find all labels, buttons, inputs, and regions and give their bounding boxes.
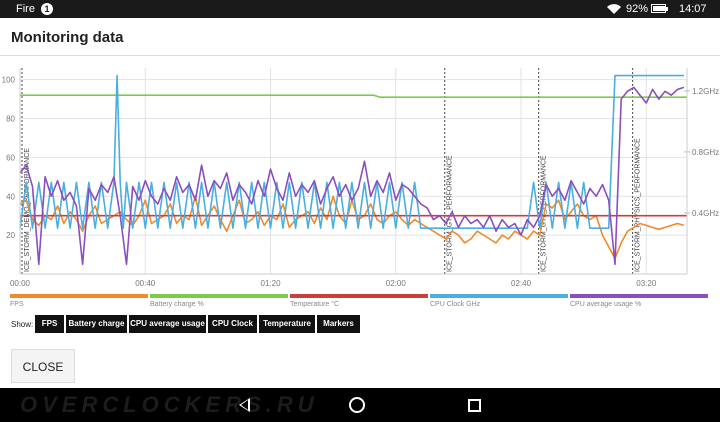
legend-battery-swatch — [150, 294, 288, 298]
legend-cpu-usage-label: CPU average usage % — [570, 301, 642, 308]
monitoring-dialog: Monitoring data ICE_STORM_DEMO_PERFORMAN… — [0, 18, 720, 388]
y-left-tick-label: 60 — [6, 153, 15, 162]
recent-apps-icon[interactable] — [468, 399, 481, 412]
y-left-tick-label: 80 — [6, 115, 15, 124]
series-line — [20, 94, 687, 99]
battery-icon — [651, 4, 668, 13]
toggle-markers[interactable]: Markers — [317, 315, 360, 333]
x-tick-label: 02:40 — [511, 279, 532, 288]
legend-temperature-swatch — [290, 294, 428, 298]
legend-cpu-usage-swatch — [570, 294, 708, 298]
toggle-fps[interactable]: FPS — [35, 315, 64, 333]
carrier-label: Fire — [16, 3, 35, 15]
notification-badge: 1 — [41, 3, 53, 15]
status-clock: 14:07 — [679, 3, 707, 15]
y-left-tick-label: 100 — [2, 76, 16, 85]
chart-legend: FPS Battery charge % Temperature °C CPU … — [0, 294, 720, 314]
title-divider — [0, 55, 720, 56]
legend-fps-label: FPS — [10, 301, 24, 308]
legend-temperature-label: Temperature °C — [290, 301, 340, 308]
back-icon[interactable] — [239, 398, 250, 412]
series-line — [19, 195, 685, 260]
toggle-temperature[interactable]: Temperature — [259, 315, 315, 333]
chart-series — [19, 74, 687, 266]
y-right-tick-label: 1.2GHz — [692, 87, 719, 96]
toggle-cpu-average-usage[interactable]: CPU average usage — [129, 315, 206, 333]
x-tick-label: 00:00 — [10, 279, 31, 288]
x-tick-label: 01:20 — [261, 279, 282, 288]
home-icon[interactable] — [349, 397, 365, 413]
status-bar: Fire 1 92% 14:07 — [0, 0, 720, 18]
dialog-title: Monitoring data — [11, 29, 124, 46]
legend-cpu-clock-label: CPU Clock GHz — [430, 301, 481, 308]
legend-battery-label: Battery charge % — [150, 301, 204, 308]
marker-label: ICE_STORM_PHYSICS_PERFORMANCE — [635, 138, 642, 272]
x-tick-label: 00:40 — [135, 279, 156, 288]
watermark: OVERCLOCKERS.RU — [20, 392, 319, 417]
wifi-icon — [607, 4, 621, 14]
monitoring-chart: ICE_STORM_DEMO_PERFORMANCE ICE_STORM_GT1_… — [2, 68, 719, 288]
x-tick-label: 03:20 — [636, 279, 657, 288]
toggle-battery-charge[interactable]: Battery charge — [66, 315, 127, 333]
toggle-cpu-clock[interactable]: CPU Clock — [208, 315, 257, 333]
series-line — [19, 74, 684, 229]
y-right-tick-label: 0.8GHz — [692, 148, 719, 157]
battery-percent: 92% — [626, 3, 649, 15]
legend-fps-swatch — [10, 294, 148, 298]
x-tick-label: 02:00 — [386, 279, 407, 288]
show-label: Show: — [11, 320, 34, 329]
navigation-bar: OVERCLOCKERS.RU — [0, 388, 720, 422]
y-right-tick-label: 0.4GHz — [692, 209, 719, 218]
legend-cpu-clock-swatch — [430, 294, 568, 298]
y-left-tick-label: 40 — [6, 192, 15, 201]
close-button[interactable]: CLOSE — [11, 349, 75, 383]
y-left-tick-label: 20 — [6, 231, 15, 240]
